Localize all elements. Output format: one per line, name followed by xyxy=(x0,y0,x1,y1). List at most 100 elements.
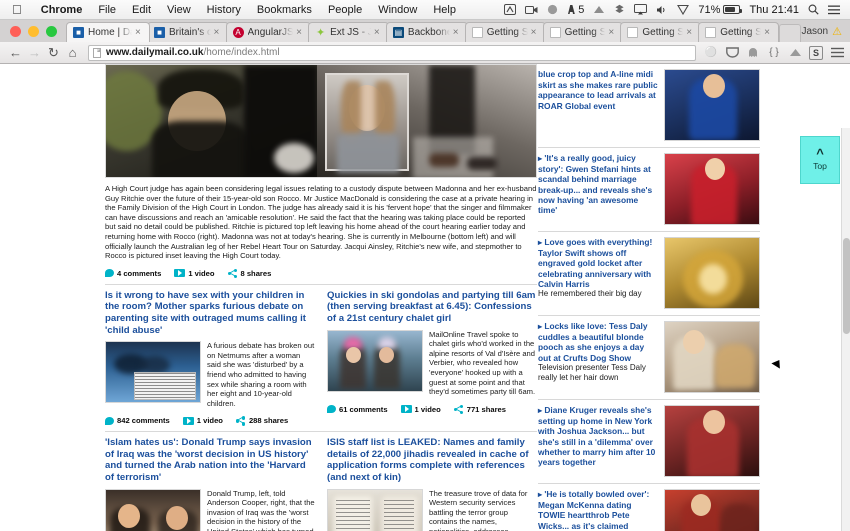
profile-button[interactable]: Jason ⚠ xyxy=(801,25,850,42)
article-video[interactable]: 1 video xyxy=(182,416,223,425)
menu-item-view[interactable]: View xyxy=(159,4,199,16)
chalet-girls-photo[interactable] xyxy=(327,329,423,392)
article-card-2[interactable]: 'Islam hates us': Donald Trump says inva… xyxy=(105,437,315,531)
reload-icon[interactable]: ↻ xyxy=(44,46,63,59)
sidebar-item-1[interactable]: ▸ 'It's a really good, juicy story': Gwe… xyxy=(538,148,760,232)
browser-tab-3[interactable]: ✦ Ext JS - Jav × xyxy=(308,22,389,42)
sidebar-item-2[interactable]: ▸ Love goes with everything! Taylor Swif… xyxy=(538,232,760,316)
sidebar-item-headline[interactable]: ▸ Locks like love: Tess Daly cuddles a b… xyxy=(538,321,658,363)
article-video[interactable]: 1 video xyxy=(400,405,441,414)
close-tab-button[interactable]: × xyxy=(608,27,618,38)
jacqui-ainsley-inset-photo[interactable] xyxy=(325,73,409,173)
sidebar-item-headline[interactable]: blue crop top and A-line midi skirt as s… xyxy=(538,69,658,111)
menu-item-help[interactable]: Help xyxy=(425,4,464,16)
gwen-stefani-photo[interactable] xyxy=(664,153,760,225)
evernote-icon[interactable]: S xyxy=(809,45,823,60)
hero-image-row[interactable] xyxy=(105,64,537,178)
list-icon[interactable] xyxy=(828,5,840,15)
dropbox-icon[interactable] xyxy=(614,4,625,15)
megan-mckenna-photo[interactable] xyxy=(664,489,760,531)
sidebar-item-headline[interactable]: ▸ Love goes with everything! Taylor Swif… xyxy=(538,237,658,289)
menu-item-window[interactable]: Window xyxy=(370,4,425,16)
pocket-icon[interactable] xyxy=(725,46,739,60)
menu-item-bookmarks[interactable]: Bookmarks xyxy=(249,4,320,16)
close-tab-button[interactable]: × xyxy=(135,27,145,38)
browser-tab-6[interactable]: Getting Star × xyxy=(542,22,624,42)
page-viewport[interactable]: A High Court judge has again been consid… xyxy=(0,64,850,531)
article-card-3[interactable]: ISIS staff list is LEAKED: Names and fam… xyxy=(327,437,537,531)
article-headline[interactable]: ISIS staff list is LEAKED: Names and fam… xyxy=(327,437,537,483)
celebrity-blue-top-photo[interactable] xyxy=(664,69,760,141)
address-bar[interactable]: www.dailymail.co.uk/home/index.html xyxy=(88,44,696,61)
donald-trump-photo[interactable] xyxy=(105,488,201,531)
article-card-0[interactable]: Is it wrong to have sex with your childr… xyxy=(105,290,315,426)
apple-logo-icon[interactable]:  xyxy=(12,3,22,16)
menu-item-history[interactable]: History xyxy=(199,4,249,16)
sidebar-item-headline[interactable]: ▸ Diane Kruger reveals she's setting up … xyxy=(538,405,658,467)
sidebar-item-headline[interactable]: ▸ 'It's a really good, juicy story': Gwe… xyxy=(538,153,658,215)
block-icon[interactable]: ⚪ xyxy=(704,46,718,60)
sidebar-item-5[interactable]: ▸ 'He is totally bowled over': Megan McK… xyxy=(538,484,760,531)
cloud-icon[interactable] xyxy=(593,5,605,15)
menu-item-file[interactable]: File xyxy=(90,4,124,16)
close-tab-button[interactable]: × xyxy=(296,27,306,38)
tess-daly-dog-photo[interactable] xyxy=(664,321,760,393)
page-scrollbar[interactable] xyxy=(841,128,850,531)
article-comments[interactable]: 842 comments xyxy=(105,416,170,425)
home-icon[interactable]: ⌂ xyxy=(63,46,82,59)
browser-tab-5[interactable]: Getting Star × xyxy=(464,22,546,42)
screen-record-icon[interactable] xyxy=(525,5,538,15)
sidebar-item-0[interactable]: blue crop top and A-line midi skirt as s… xyxy=(538,64,760,148)
battery-indicator[interactable]: 71% xyxy=(698,4,743,16)
back-arrow-icon[interactable]: ← xyxy=(6,46,25,59)
isis-documents-photo[interactable] xyxy=(327,488,423,531)
search-icon[interactable] xyxy=(808,4,819,15)
browser-tab-7[interactable]: Getting Star × xyxy=(620,22,702,42)
hamburger-menu-icon[interactable] xyxy=(830,46,844,60)
sidebar-item-headline[interactable]: ▸ 'He is totally bowled over': Megan McK… xyxy=(538,489,658,531)
menu-item-people[interactable]: People xyxy=(320,4,370,16)
hero-comments[interactable]: 4 comments xyxy=(105,269,161,278)
airplay-icon[interactable] xyxy=(634,4,648,15)
ghostery-icon[interactable] xyxy=(746,46,760,60)
browser-tab-0[interactable]: ■ Home | Daily × xyxy=(66,22,150,42)
article-card-1[interactable]: Quickies in ski gondolas and partying ti… xyxy=(327,290,537,426)
menu-item-edit[interactable]: Edit xyxy=(124,4,159,16)
diane-kruger-photo[interactable] xyxy=(664,405,760,477)
article-headline[interactable]: 'Islam hates us': Donald Trump says inva… xyxy=(105,437,315,483)
article-headline[interactable]: Quickies in ski gondolas and partying ti… xyxy=(327,290,537,325)
article-headline[interactable]: Is it wrong to have sex with your childr… xyxy=(105,290,315,336)
forward-arrow-icon[interactable]: → xyxy=(25,46,44,59)
sidebar-item-3[interactable]: ▸ Locks like love: Tess Daly cuddles a b… xyxy=(538,316,760,400)
close-tab-button[interactable]: × xyxy=(764,27,774,38)
guy-ritchie-photo[interactable] xyxy=(317,65,536,177)
hero-video[interactable]: 1 video xyxy=(174,269,215,278)
minimize-window-button[interactable] xyxy=(28,26,39,37)
bedroom-photo[interactable] xyxy=(105,341,201,404)
shield-icon[interactable] xyxy=(677,4,690,15)
airplay-mirror-icon[interactable] xyxy=(504,4,517,15)
cloud-upload-icon[interactable] xyxy=(788,46,802,60)
close-tab-button[interactable]: × xyxy=(531,27,541,38)
madonna-photo[interactable] xyxy=(106,65,318,177)
taylor-swift-locket-photo[interactable] xyxy=(664,237,760,309)
maximize-window-button[interactable] xyxy=(46,26,57,37)
sidebar-item-4[interactable]: ▸ Diane Kruger reveals she's setting up … xyxy=(538,400,760,484)
menu-item-chrome[interactable]: Chrome xyxy=(33,4,91,16)
browser-tab-1[interactable]: ■ Britain's oak × xyxy=(146,22,229,42)
article-comments[interactable]: 61 comments xyxy=(327,405,388,414)
browser-tab-2[interactable]: A AngularJS — × xyxy=(225,22,312,42)
close-tab-button[interactable]: × xyxy=(374,27,384,38)
browser-tab-4[interactable]: ▤ Backbone.js × xyxy=(385,22,468,42)
menu-bar-clock[interactable]: Thu 21:41 xyxy=(749,4,799,16)
close-window-button[interactable] xyxy=(10,26,21,37)
scrollbar-thumb[interactable] xyxy=(843,238,850,334)
dropbox-grey-icon[interactable] xyxy=(547,4,558,15)
close-tab-button[interactable]: × xyxy=(214,27,224,38)
hero-shares[interactable]: 8 shares xyxy=(227,268,271,279)
browser-tab-8[interactable]: Getting Star × xyxy=(698,22,780,42)
close-tab-button[interactable]: × xyxy=(453,27,463,38)
article-shares[interactable]: 288 shares xyxy=(235,416,288,426)
volume-icon[interactable] xyxy=(656,5,668,15)
article-shares[interactable]: 771 shares xyxy=(453,404,506,415)
